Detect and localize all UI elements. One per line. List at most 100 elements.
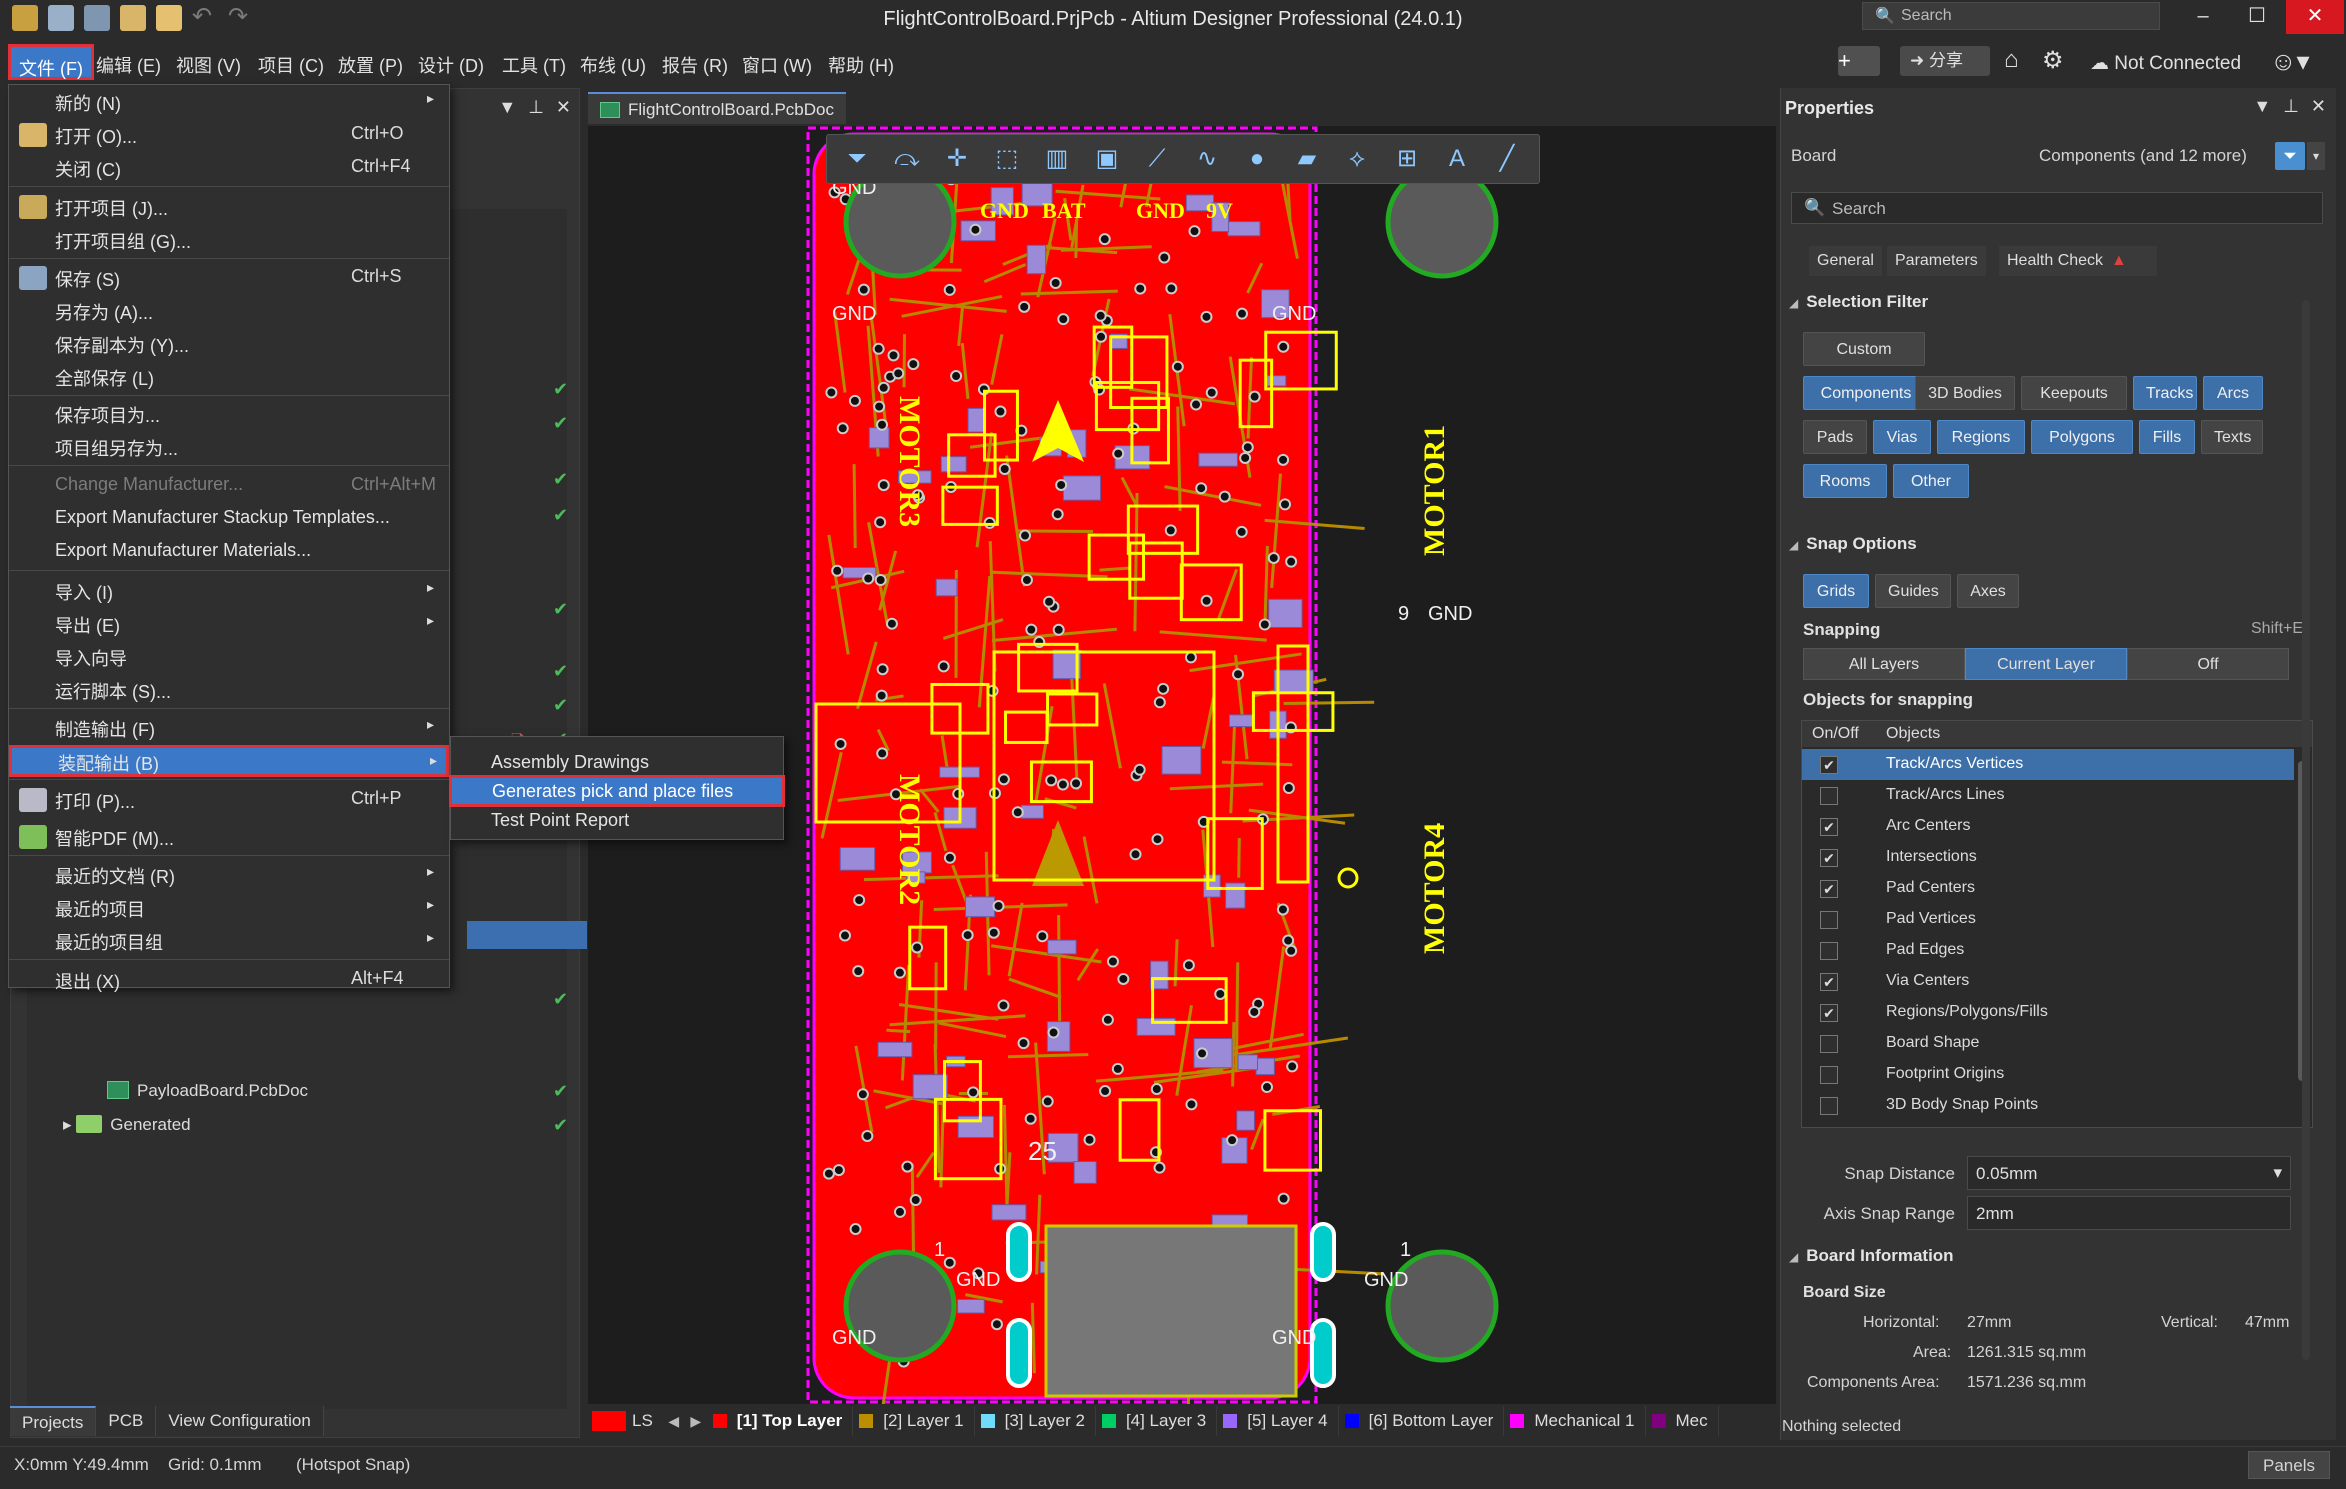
layer-tab-6-bottom-layer[interactable]: [6] Bottom Layer <box>1339 1406 1505 1436</box>
checkbox[interactable] <box>1820 787 1838 805</box>
tab-projects[interactable]: Projects <box>10 1406 97 1436</box>
properties-search-input[interactable]: 🔍 Search <box>1791 192 2323 224</box>
file-menu-item[interactable]: 保存副本为 (Y)... <box>9 328 449 360</box>
checkbox[interactable]: ✔ <box>1820 880 1838 898</box>
snap-object-row[interactable]: Track/Arcs Lines <box>1802 780 2294 811</box>
measure-icon[interactable]: ⟡ <box>1339 141 1375 177</box>
snap-object-row[interactable]: Board Shape <box>1802 1028 2294 1059</box>
file-menu-item[interactable]: 打开项目组 (G)... <box>9 224 449 256</box>
filter-custom-button[interactable]: Custom <box>1803 332 1925 366</box>
filter-polygons-button[interactable]: Polygons <box>2031 420 2133 454</box>
file-menu-item[interactable]: 最近的项目 ▸ <box>9 892 449 924</box>
column-objects[interactable]: Objects <box>1886 725 1940 743</box>
snap-axes-button[interactable]: Axes <box>1957 574 2019 608</box>
current-layer-swatch[interactable] <box>592 1411 626 1431</box>
via-icon[interactable]: ● <box>1239 141 1275 177</box>
tab-parameters[interactable]: Parameters <box>1887 246 1986 276</box>
menu-help[interactable]: 帮助 (H) <box>828 52 894 78</box>
snap-object-row[interactable]: Pad Vertices <box>1802 904 2294 935</box>
new-window-button[interactable]: + <box>1838 46 1880 76</box>
snapping-mode-off[interactable]: Off <box>2127 648 2289 680</box>
file-menu-item[interactable]: 智能PDF (M)... <box>9 821 449 853</box>
tab-pcb[interactable]: PCB <box>96 1406 157 1436</box>
close-panel-icon[interactable]: ✕ <box>556 97 571 118</box>
expand-arrow-icon[interactable]: ▸ <box>63 1115 76 1134</box>
snap-object-row[interactable]: ✔ Track/Arcs Vertices <box>1802 749 2294 780</box>
file-menu-item[interactable]: 退出 (X) Alt+F4 <box>9 964 449 996</box>
selected-tree-row[interactable] <box>467 921 587 949</box>
file-menu-item[interactable]: 导出 (E) ▸ <box>9 608 449 640</box>
menu-place[interactable]: 放置 (P) <box>338 52 403 78</box>
layer-tab-mechanical-1[interactable]: Mechanical 1 <box>1504 1406 1646 1436</box>
layer-tab-5-layer-4[interactable]: [5] Layer 4 <box>1217 1406 1339 1436</box>
document-tab[interactable]: FlightControlBoard.PcbDoc <box>588 92 846 124</box>
checkbox[interactable] <box>1820 1097 1838 1115</box>
tab-general[interactable]: General <box>1809 246 1882 276</box>
align-icon[interactable]: ▥ <box>1039 141 1075 177</box>
checkbox[interactable] <box>1820 911 1838 929</box>
menu-item-test-point-report[interactable]: Test Point Report <box>451 805 783 837</box>
menu-reports[interactable]: 报告 (R) <box>662 52 728 78</box>
menu-view[interactable]: 视图 (V) <box>176 52 241 78</box>
menu-edit[interactable]: 编辑 (E) <box>96 52 161 78</box>
filter-tracks-button[interactable]: Tracks <box>2133 376 2197 410</box>
close-window-button[interactable]: ✕ <box>2286 0 2344 34</box>
file-menu-item[interactable]: 全部保存 (L) <box>9 361 449 393</box>
interactive-route-icon[interactable]: ⟋ <box>1139 141 1175 177</box>
layer-tab-2-layer-1[interactable]: [2] Layer 1 <box>853 1406 975 1436</box>
select-rect-icon[interactable]: ⬚ <box>989 141 1025 177</box>
component-icon[interactable]: ▣ <box>1089 141 1125 177</box>
pin-icon[interactable]: ⊥ <box>528 97 544 118</box>
route-icon[interactable]: ⤼ <box>889 141 925 177</box>
tree-item-generated[interactable]: ▸ Generated <box>63 1115 191 1143</box>
minimize-button[interactable]: – <box>2174 0 2232 34</box>
filter-arcs-button[interactable]: Arcs <box>2203 376 2263 410</box>
file-menu-item[interactable]: Export Manufacturer Materials... <box>9 536 449 568</box>
layer-prev-icon[interactable]: ◀ <box>663 1413 685 1430</box>
filter-regions-button[interactable]: Regions <box>1937 420 2025 454</box>
close-panel-icon[interactable]: ✕ <box>2311 96 2326 117</box>
filter-other-button[interactable]: Other <box>1893 464 1969 498</box>
file-menu-item[interactable]: 打开项目 (J)... <box>9 191 449 223</box>
snap-guides-button[interactable]: Guides <box>1875 574 1951 608</box>
snap-object-row[interactable]: 3D Body Snap Points <box>1802 1090 2294 1121</box>
snap-object-row[interactable]: Pad Edges <box>1802 935 2294 966</box>
properties-scrollbar[interactable] <box>2302 300 2310 1360</box>
crosshair-icon[interactable]: ✛ <box>939 141 975 177</box>
filter-vias-button[interactable]: Vias <box>1873 420 1931 454</box>
snap-object-row[interactable]: ✔ Intersections <box>1802 842 2294 873</box>
menu-item-assembly-output[interactable]: 装配输出 (B) ▸ <box>9 744 449 777</box>
layer-tab-mec[interactable]: Mec <box>1646 1406 1719 1436</box>
snapping-mode-all-layers[interactable]: All Layers <box>1803 648 1965 680</box>
gear-icon[interactable]: ⚙ <box>2042 46 2064 75</box>
filter-components-button[interactable]: Components <box>1803 376 1929 410</box>
panel-menu-icon[interactable]: ▼ <box>498 97 516 118</box>
layer-tab-1-top-layer[interactable]: [1] Top Layer <box>707 1406 854 1436</box>
file-menu-item[interactable]: 制造输出 (F) ▸ <box>9 712 449 744</box>
checkbox[interactable] <box>1820 942 1838 960</box>
checkbox[interactable]: ✔ <box>1820 973 1838 991</box>
file-menu-item[interactable]: 保存 (S) Ctrl+S <box>9 262 449 294</box>
tab-health-check[interactable]: Health Check ▲ <box>1999 246 2157 276</box>
menu-item-pick-and-place[interactable]: Generates pick and place files <box>449 775 785 807</box>
file-menu-item[interactable]: 运行脚本 (S)... <box>9 674 449 706</box>
checkbox[interactable]: ✔ <box>1820 756 1838 774</box>
file-menu-item[interactable]: 最近的文档 (R) ▸ <box>9 859 449 891</box>
menu-route[interactable]: 布线 (U) <box>580 52 646 78</box>
menu-window[interactable]: 窗口 (W) <box>742 52 812 78</box>
pin-icon[interactable]: ⊥ <box>2283 96 2299 117</box>
text-icon[interactable]: A <box>1439 141 1475 177</box>
selection-filter-heading[interactable]: ◢ Selection Filter <box>1789 292 1928 312</box>
menu-design[interactable]: 设计 (D) <box>418 52 484 78</box>
file-menu-item[interactable]: 最近的项目组 ▸ <box>9 925 449 957</box>
checkbox[interactable] <box>1820 1066 1838 1084</box>
polygon-icon[interactable]: ▰ <box>1289 141 1325 177</box>
share-button[interactable]: ➜ 分享 <box>1900 46 1990 76</box>
snap-distance-dropdown[interactable]: 0.05mm ▾ <box>1967 1156 2291 1190</box>
user-avatar-icon[interactable]: ☺▾ <box>2270 46 2310 77</box>
panel-menu-icon[interactable]: ▼ <box>2253 96 2271 117</box>
connection-status[interactable]: ☁ Not Connected <box>2090 52 2241 75</box>
file-menu-item[interactable]: 导入 (I) ▸ <box>9 575 449 607</box>
snapping-mode-current-layer[interactable]: Current Layer <box>1965 648 2127 680</box>
home-icon[interactable]: ⌂ <box>2004 46 2019 74</box>
